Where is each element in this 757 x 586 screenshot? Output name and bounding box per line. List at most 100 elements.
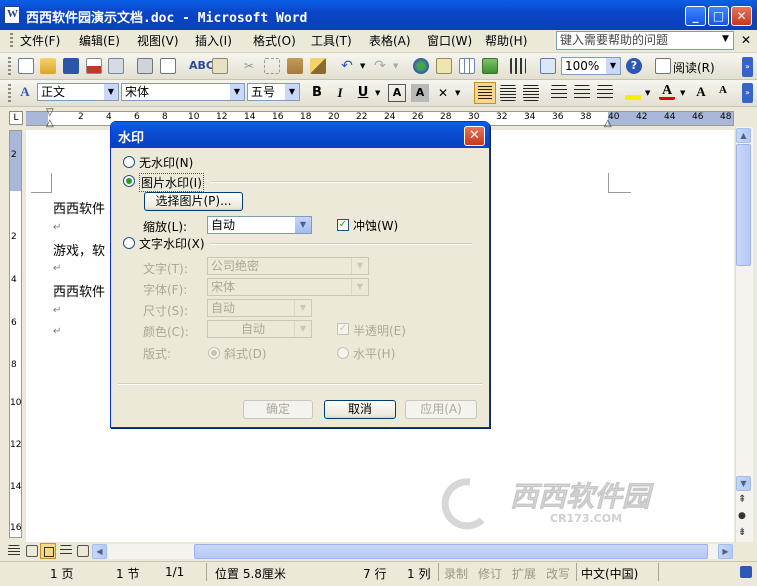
status-record[interactable]: 录制 bbox=[444, 565, 468, 582]
help-question-input[interactable]: 键入需要帮助的问题 bbox=[556, 31, 734, 50]
text-dropdown-icon[interactable]: ▼ bbox=[351, 258, 368, 274]
select-picture-button[interactable]: 选择图片(P)... bbox=[144, 192, 243, 211]
horizontal-radio[interactable] bbox=[337, 347, 349, 359]
email-icon[interactable] bbox=[108, 58, 124, 74]
align-left-button[interactable] bbox=[474, 82, 496, 104]
menu-tools[interactable]: 工具(T) bbox=[311, 33, 352, 49]
toolbar-options-icon[interactable]: » bbox=[742, 57, 753, 77]
help-dropdown-icon[interactable]: ▼ bbox=[722, 34, 729, 44]
tab-selector-icon[interactable]: L bbox=[9, 111, 23, 125]
format-painter-icon[interactable] bbox=[310, 58, 326, 74]
font-dropdown-icon[interactable]: ▼ bbox=[230, 84, 244, 100]
zoom-dropdown-icon[interactable]: ▼ bbox=[606, 58, 620, 74]
normal-view-icon[interactable] bbox=[8, 545, 20, 557]
washout-label[interactable]: 冲蚀(W) bbox=[353, 217, 398, 234]
numbering-icon[interactable] bbox=[551, 85, 567, 101]
menu-table[interactable]: 表格(A) bbox=[369, 33, 411, 49]
insert-table-icon[interactable] bbox=[459, 58, 475, 74]
picture-watermark-radio[interactable] bbox=[123, 175, 135, 187]
highlight-icon[interactable] bbox=[625, 84, 641, 100]
apply-button[interactable]: 应用(A) bbox=[405, 400, 477, 419]
columns-icon[interactable] bbox=[510, 58, 526, 74]
menu-grip[interactable] bbox=[10, 33, 13, 49]
scale-dropdown-icon[interactable]: ▼ bbox=[295, 217, 311, 233]
document-paragraph[interactable]: 西西软件 bbox=[53, 281, 105, 300]
format-toolbar-options-icon[interactable]: » bbox=[742, 83, 753, 103]
ok-button[interactable]: 确定 bbox=[243, 400, 313, 419]
size-select[interactable]: 自动 ▼ bbox=[207, 299, 312, 317]
redo-icon[interactable]: ↷ bbox=[372, 58, 388, 74]
cancel-button[interactable]: 取消 bbox=[324, 400, 396, 419]
diagonal-label[interactable]: 斜式(D) bbox=[224, 345, 267, 362]
styles-formatting-icon[interactable]: A bbox=[17, 84, 33, 100]
word-document-icon[interactable] bbox=[4, 6, 20, 24]
watermark-font-dropdown-icon[interactable]: ▼ bbox=[351, 279, 368, 295]
dialog-close-button[interactable]: ✕ bbox=[464, 126, 485, 146]
shrink-font-icon[interactable]: A bbox=[715, 84, 731, 100]
underline-dropdown-icon[interactable]: ▼ bbox=[375, 89, 380, 97]
vertical-ruler[interactable] bbox=[9, 130, 22, 538]
horizontal-label[interactable]: 水平(H) bbox=[353, 345, 395, 362]
text-watermark-radio[interactable] bbox=[123, 237, 135, 249]
washout-checkbox[interactable]: ✓ bbox=[337, 219, 349, 231]
web-view-icon[interactable] bbox=[26, 545, 38, 557]
scroll-left-button[interactable]: ◀ bbox=[92, 544, 107, 559]
prev-page-icon[interactable]: ⇞ bbox=[738, 494, 746, 505]
toolbar-grip[interactable] bbox=[8, 57, 11, 75]
scroll-down-button[interactable]: ▼ bbox=[736, 476, 751, 491]
insert-excel-icon[interactable] bbox=[482, 58, 498, 74]
scroll-up-button[interactable]: ▲ bbox=[736, 128, 751, 143]
research-icon[interactable] bbox=[212, 58, 228, 74]
char-scaling-button[interactable]: ✕ bbox=[434, 84, 452, 102]
read-mode-button[interactable]: 阅读(R) bbox=[673, 59, 715, 76]
menu-edit[interactable]: 编辑(E) bbox=[79, 33, 120, 49]
highlight-dropdown-icon[interactable]: ▼ bbox=[645, 89, 650, 97]
no-watermark-radio[interactable] bbox=[123, 156, 135, 168]
semitransparent-checkbox[interactable]: ✓ bbox=[337, 323, 349, 335]
char-border-button[interactable]: A bbox=[388, 84, 406, 102]
spelling-status-icon[interactable] bbox=[740, 566, 752, 578]
help-icon[interactable]: ? bbox=[626, 58, 642, 74]
menu-view[interactable]: 视图(V) bbox=[137, 33, 179, 49]
close-button[interactable]: ✕ bbox=[731, 6, 752, 26]
print-preview-icon[interactable] bbox=[160, 58, 176, 74]
char-scaling-dropdown-icon[interactable]: ▼ bbox=[455, 89, 460, 97]
align-center-icon[interactable] bbox=[500, 85, 516, 101]
bold-button[interactable]: B bbox=[308, 84, 326, 102]
scroll-right-button[interactable]: ▶ bbox=[718, 544, 733, 559]
status-extend[interactable]: 扩展 bbox=[512, 565, 536, 582]
color-select[interactable]: 自动 ▼ bbox=[207, 320, 312, 338]
underline-button[interactable]: U bbox=[354, 84, 372, 102]
text-select[interactable]: 公司绝密 ▼ bbox=[207, 257, 369, 275]
document-paragraph[interactable]: 游戏，软 bbox=[53, 240, 105, 259]
cut-icon[interactable]: ✂ bbox=[241, 58, 257, 74]
open-folder-icon[interactable] bbox=[40, 58, 56, 74]
scale-select[interactable]: 自动 ▼ bbox=[207, 216, 312, 234]
color-dropdown-icon[interactable]: ▼ bbox=[294, 321, 311, 337]
font-color-dropdown-icon[interactable]: ▼ bbox=[680, 89, 685, 97]
save-icon[interactable] bbox=[63, 58, 79, 74]
text-watermark-label[interactable]: 文字水印(X) bbox=[139, 235, 205, 252]
hyperlink-icon[interactable] bbox=[413, 58, 429, 74]
font-color-icon[interactable]: A bbox=[659, 84, 675, 100]
menu-format[interactable]: 格式(O) bbox=[253, 33, 296, 49]
diagonal-radio[interactable] bbox=[208, 347, 220, 359]
grow-font-icon[interactable]: A bbox=[693, 84, 709, 100]
paste-icon[interactable] bbox=[287, 58, 303, 74]
style-select[interactable]: 正文 ▼ bbox=[37, 83, 119, 101]
format-toolbar-grip[interactable] bbox=[8, 84, 11, 102]
decrease-indent-icon[interactable] bbox=[597, 85, 613, 101]
dialog-title-bar[interactable] bbox=[111, 122, 489, 148]
status-track-changes[interactable]: 修订 bbox=[478, 565, 502, 582]
next-page-icon[interactable]: ⇟ bbox=[738, 527, 746, 538]
italic-button[interactable]: I bbox=[331, 84, 349, 102]
menu-window[interactable]: 窗口(W) bbox=[427, 33, 472, 49]
font-size-select[interactable]: 五号 ▼ bbox=[247, 83, 300, 101]
style-dropdown-icon[interactable]: ▼ bbox=[104, 84, 118, 100]
read-mode-icon[interactable] bbox=[655, 58, 671, 74]
print-icon[interactable] bbox=[137, 58, 153, 74]
menu-file[interactable]: 文件(F) bbox=[20, 33, 60, 49]
first-line-indent-marker[interactable]: ▽ bbox=[46, 107, 54, 118]
horizontal-scroll-thumb[interactable] bbox=[194, 544, 708, 559]
undo-icon[interactable]: ↶ bbox=[339, 58, 355, 74]
